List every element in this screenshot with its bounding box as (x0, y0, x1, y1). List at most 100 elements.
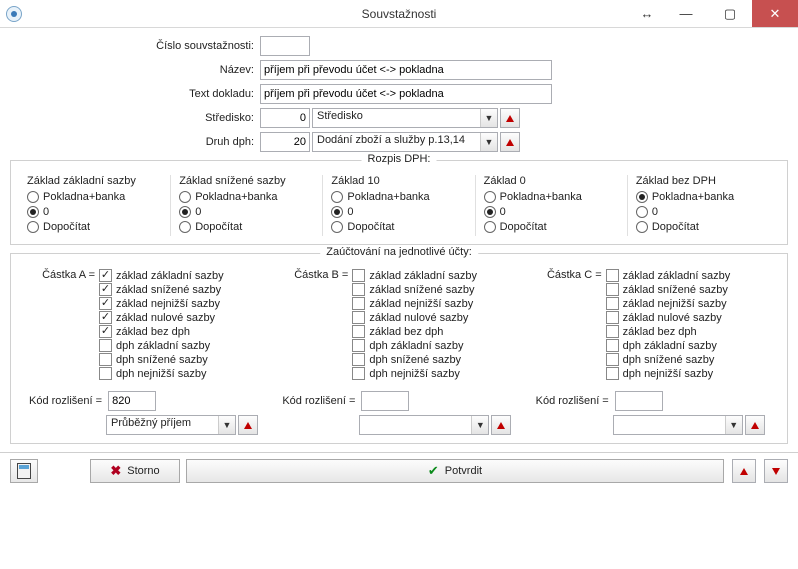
kod-rozliseni-lookup-button[interactable] (491, 415, 511, 435)
vat-option[interactable]: Dopočítat (636, 221, 771, 233)
druh-dph-combo[interactable]: Dodání zboží a služby p.13,14 ▼ (312, 132, 498, 152)
checkbox-icon (352, 339, 365, 352)
calculator-icon (17, 463, 31, 479)
druh-dph-lookup-button[interactable] (500, 132, 520, 152)
radio-icon (636, 221, 648, 233)
castka-item-label: základ bez dph (623, 326, 697, 338)
kod-rozliseni-input[interactable] (615, 391, 663, 411)
vat-column: Základ 0Pokladna+banka0Dopočítat (476, 175, 628, 236)
castka-item[interactable]: základ nulové sazby (606, 311, 769, 324)
castka-item[interactable]: základ snížené sazby (352, 283, 515, 296)
vat-option[interactable]: 0 (27, 206, 162, 218)
stredisko-lookup-button[interactable] (500, 108, 520, 128)
castka-item[interactable]: základ bez dph (606, 325, 769, 338)
castka-item-label: dph základní sazby (369, 340, 463, 352)
vat-option[interactable]: Pokladna+banka (484, 191, 619, 203)
maximize-button[interactable]: ▢ (708, 0, 752, 27)
move-window-icon[interactable]: ↔ (630, 0, 664, 27)
next-record-button[interactable] (764, 459, 788, 483)
vat-option[interactable]: Pokladna+banka (179, 191, 314, 203)
vat-option-label: 0 (652, 206, 658, 218)
kod-rozliseni-lookup-button[interactable] (745, 415, 765, 435)
castka-item[interactable]: základ nejnižší sazby (606, 297, 769, 310)
druh-dph-label: Druh dph: (10, 136, 260, 148)
window-controls: ↔ — ▢ ✕ (630, 0, 798, 27)
rozpis-dph-group: Rozpis DPH: Základ základní sazbyPokladn… (10, 160, 788, 245)
text-dokladu-input[interactable] (260, 84, 552, 104)
castka-item[interactable]: základ nulové sazby (352, 311, 515, 324)
stredisko-code-input[interactable] (260, 108, 310, 128)
castka-item[interactable]: základ snížené sazby (99, 283, 262, 296)
vat-option-label: Dopočítat (43, 221, 90, 233)
cislo-input[interactable] (260, 36, 310, 56)
nazev-label: Název: (10, 64, 260, 76)
checkbox-icon (352, 283, 365, 296)
castka-item[interactable]: dph základní sazby (606, 339, 769, 352)
vat-option-label: Dopočítat (652, 221, 699, 233)
radio-icon (331, 206, 343, 218)
prev-record-button[interactable] (732, 459, 756, 483)
castka-item[interactable]: základ bez dph (99, 325, 262, 338)
castka-item[interactable]: základ bez dph (352, 325, 515, 338)
vat-option[interactable]: 0 (484, 206, 619, 218)
radio-icon (636, 191, 648, 203)
rozpis-dph-legend: Rozpis DPH: (362, 153, 437, 165)
castka-item[interactable]: dph snížené sazby (606, 353, 769, 366)
castka-item[interactable]: dph snížené sazby (99, 353, 262, 366)
kod-rozliseni-input[interactable] (108, 391, 156, 411)
vat-option[interactable]: Dopočítat (179, 221, 314, 233)
kod-rozliseni-combo[interactable]: ▼ (613, 415, 743, 435)
castka-item-label: dph nejnižší sazby (369, 368, 460, 380)
calculator-button[interactable] (10, 459, 38, 483)
kod-rozliseni-combo-text: Průběžný příjem (107, 416, 218, 434)
checkbox-icon (99, 311, 112, 324)
castka-item[interactable]: základ základní sazby (99, 269, 262, 282)
castka-item[interactable]: dph nejnižší sazby (352, 367, 515, 380)
potvrdit-button[interactable]: ✔ Potvrdit (186, 459, 724, 483)
castka-item-label: základ nejnižší sazby (369, 298, 473, 310)
vat-option[interactable]: Pokladna+banka (27, 191, 162, 203)
vat-option[interactable]: Pokladna+banka (636, 191, 771, 203)
kod-rozliseni-combo[interactable]: ▼ (359, 415, 489, 435)
chevron-down-icon: ▼ (725, 416, 742, 434)
radio-icon (179, 191, 191, 203)
vat-option-label: Pokladna+banka (347, 191, 429, 203)
kod-rozliseni-label: Kód rozlišení = (282, 395, 361, 407)
minimize-button[interactable]: — (664, 0, 708, 27)
castka-item[interactable]: základ základní sazby (606, 269, 769, 282)
castka-item[interactable]: dph základní sazby (352, 339, 515, 352)
close-button[interactable]: ✕ (752, 0, 798, 27)
castka-item[interactable]: základ základní sazby (352, 269, 515, 282)
castka-item[interactable]: základ snížené sazby (606, 283, 769, 296)
castka-item[interactable]: dph nejnižší sazby (99, 367, 262, 380)
stredisko-combo[interactable]: Středisko ▼ (312, 108, 498, 128)
nazev-input[interactable] (260, 60, 552, 80)
druh-dph-code-input[interactable] (260, 132, 310, 152)
vat-option[interactable]: 0 (331, 206, 466, 218)
castka-item[interactable]: dph snížené sazby (352, 353, 515, 366)
kod-rozliseni-combo[interactable]: Průběžný příjem▼ (106, 415, 236, 435)
zauctovani-group: Zaúčtování na jednotlivé účty: Částka A … (10, 253, 788, 444)
vat-option[interactable]: 0 (179, 206, 314, 218)
castka-item[interactable]: dph nejnižší sazby (606, 367, 769, 380)
kod-rozliseni-input[interactable] (361, 391, 409, 411)
kod-rozliseni-lookup-button[interactable] (238, 415, 258, 435)
radio-icon (484, 191, 496, 203)
castka-item[interactable]: dph základní sazby (99, 339, 262, 352)
chevron-down-icon: ▼ (218, 416, 235, 434)
checkbox-icon (352, 311, 365, 324)
castka-item[interactable]: základ nulové sazby (99, 311, 262, 324)
vat-option[interactable]: Dopočítat (27, 221, 162, 233)
vat-option[interactable]: Pokladna+banka (331, 191, 466, 203)
castka-item-label: základ nulové sazby (116, 312, 215, 324)
vat-option[interactable]: Dopočítat (331, 221, 466, 233)
storno-button[interactable]: ✖ Storno (90, 459, 180, 483)
castka-item[interactable]: základ nejnižší sazby (352, 297, 515, 310)
checkbox-icon (606, 353, 619, 366)
castka-item[interactable]: základ nejnižší sazby (99, 297, 262, 310)
castka-item-label: základ snížené sazby (623, 284, 728, 296)
vat-option[interactable]: Dopočítat (484, 221, 619, 233)
vat-option[interactable]: 0 (636, 206, 771, 218)
vat-option-label: Pokladna+banka (43, 191, 125, 203)
castka-item-label: základ nejnižší sazby (623, 298, 727, 310)
